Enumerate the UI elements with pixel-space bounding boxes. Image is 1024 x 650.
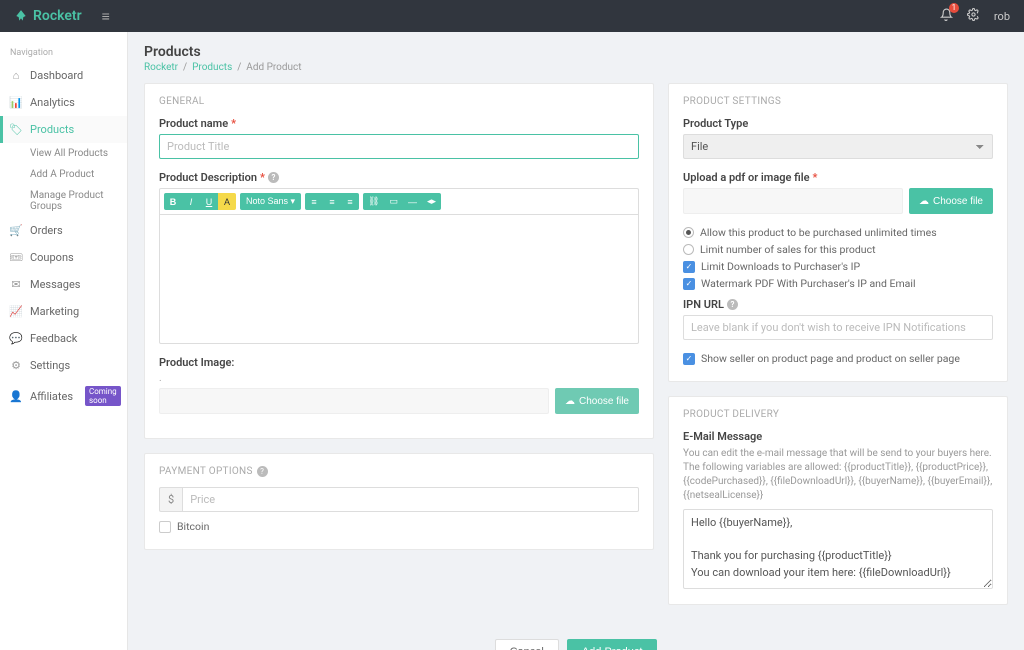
panel-settings-title: PRODUCT SETTINGS — [683, 96, 993, 107]
cart-icon: 🛒 — [10, 224, 22, 237]
price-input[interactable] — [182, 487, 639, 512]
panel-delivery: PRODUCT DELIVERY E-Mail Message You can … — [668, 396, 1008, 605]
italic-button[interactable]: I — [182, 193, 200, 210]
home-icon: ⌂ — [10, 69, 22, 82]
sidebar-item-dashboard[interactable]: ⌂Dashboard — [0, 62, 127, 89]
sidebar-item-marketing[interactable]: 📈Marketing — [0, 298, 127, 325]
hr-button[interactable]: — — [403, 193, 422, 210]
link-button[interactable]: ⛓ — [363, 193, 384, 210]
font-selector[interactable]: Noto Sans ▾ — [240, 193, 301, 210]
product-name-label: Product name — [159, 117, 228, 130]
crumb-leaf: Add Product — [246, 62, 301, 73]
cloud-icon: ☁ — [919, 196, 929, 207]
user-name[interactable]: rob — [994, 10, 1010, 23]
tag-icon: 🏷 — [10, 123, 22, 136]
sidebar-title: Navigation — [0, 42, 127, 62]
crumb-products[interactable]: Products — [192, 62, 232, 73]
sidebar-sub-groups[interactable]: Manage Product Groups — [0, 185, 127, 217]
breadcrumb: Rocketr / Products / Add Product — [144, 62, 1008, 73]
product-type-select[interactable]: File — [683, 134, 993, 159]
panel-settings: PRODUCT SETTINGS Product Type File Uploa… — [668, 83, 1008, 382]
highlight-button[interactable]: A — [218, 193, 236, 210]
upload-file-label: Upload a pdf or image file — [683, 171, 810, 184]
editor-toolbar: B I U A Noto Sans ▾ ≡ ≡ ≡ — [159, 188, 639, 214]
code-button[interactable]: ◂▸ — [422, 193, 441, 210]
email-message-textarea[interactable] — [683, 509, 993, 589]
cancel-button[interactable]: Cancel — [495, 639, 559, 650]
limit-radio[interactable] — [683, 244, 694, 255]
main-content: Products Rocketr / Products / Add Produc… — [128, 32, 1024, 650]
description-editor[interactable] — [159, 214, 639, 344]
user-icon: 👤 — [10, 390, 22, 403]
menu-toggle-icon[interactable]: ≡ — [102, 8, 110, 25]
help-icon[interactable]: ? — [727, 299, 738, 310]
rocket-icon — [14, 9, 28, 23]
email-help-text: You can edit the e-mail message that wil… — [683, 447, 993, 503]
panel-general-title: GENERAL — [159, 96, 639, 107]
show-seller-checkbox[interactable] — [683, 353, 695, 365]
sidebar: Navigation ⌂Dashboard 📊Analytics 🏷Produc… — [0, 32, 128, 650]
add-product-button[interactable]: Add Product — [567, 639, 658, 650]
sidebar-item-products[interactable]: 🏷Products — [0, 116, 127, 143]
gear-icon: ⚙ — [10, 359, 22, 372]
sidebar-item-messages[interactable]: ✉Messages — [0, 271, 127, 298]
watermark-checkbox[interactable] — [683, 278, 695, 290]
chat-icon: 💬 — [10, 332, 22, 345]
help-icon[interactable]: ? — [257, 466, 268, 477]
product-desc-label: Product Description — [159, 171, 257, 184]
limit-ip-checkbox[interactable] — [683, 261, 695, 273]
ipn-url-input[interactable] — [683, 315, 993, 340]
product-name-input[interactable] — [159, 134, 639, 159]
logo[interactable]: Rocketr — [14, 8, 82, 24]
crumb-root[interactable]: Rocketr — [144, 62, 178, 73]
ipn-url-label: IPN URL — [683, 298, 724, 311]
sidebar-item-orders[interactable]: 🛒Orders — [0, 217, 127, 244]
panel-payment: PAYMENT OPTIONS? $ Bitcoin — [144, 453, 654, 550]
sidebar-sub-viewall[interactable]: View All Products — [0, 143, 127, 164]
email-message-label: E-Mail Message — [683, 430, 762, 443]
brand-name: Rocketr — [33, 8, 82, 24]
align-button[interactable]: ≡ — [341, 193, 359, 210]
mail-icon: ✉ — [10, 278, 22, 291]
chart-icon: 📊 — [10, 96, 22, 109]
topbar: Rocketr ≡ 1 rob — [0, 0, 1024, 32]
sidebar-item-feedback[interactable]: 💬Feedback — [0, 325, 127, 352]
unlimited-radio[interactable] — [683, 227, 694, 238]
footer-actions: Cancel Add Product — [144, 619, 1008, 650]
sidebar-item-analytics[interactable]: 📊Analytics — [0, 89, 127, 116]
help-icon[interactable]: ? — [268, 172, 279, 183]
image-button[interactable]: ▭ — [384, 193, 403, 210]
upload-file-dropzone[interactable] — [683, 188, 903, 214]
sidebar-item-settings[interactable]: ⚙Settings — [0, 352, 127, 379]
settings-icon[interactable] — [967, 8, 980, 25]
notifications-icon[interactable]: 1 — [940, 8, 953, 25]
currency-symbol: $ — [159, 487, 182, 512]
coming-soon-badge: Coming soon — [85, 386, 121, 406]
bitcoin-checkbox[interactable] — [159, 521, 171, 533]
product-image-label: Product Image: — [159, 356, 234, 369]
panel-delivery-title: PRODUCT DELIVERY — [683, 409, 993, 420]
underline-button[interactable]: U — [200, 193, 218, 210]
list-ul-button[interactable]: ≡ — [305, 193, 323, 210]
bold-button[interactable]: B — [164, 193, 182, 210]
sidebar-item-affiliates[interactable]: 👤AffiliatesComing soon — [0, 379, 127, 413]
panel-payment-title: PAYMENT OPTIONS — [159, 466, 253, 477]
bitcoin-label: Bitcoin — [177, 520, 209, 533]
notification-badge: 1 — [949, 3, 959, 13]
ticket-icon: 🎟 — [10, 251, 22, 264]
page-title: Products — [144, 44, 1008, 60]
upload-file-choose-button[interactable]: ☁Choose file — [909, 188, 993, 214]
panel-general: GENERAL Product name * Product Descripti… — [144, 83, 654, 439]
product-type-label: Product Type — [683, 117, 748, 130]
sidebar-sub-add[interactable]: Add A Product — [0, 164, 127, 185]
product-image-choose-button[interactable]: ☁Choose file — [555, 388, 639, 414]
upload-icon: ☁ — [565, 396, 575, 407]
sidebar-item-coupons[interactable]: 🎟Coupons — [0, 244, 127, 271]
product-image-dropzone[interactable] — [159, 388, 549, 414]
list-ol-button[interactable]: ≡ — [323, 193, 341, 210]
trend-icon: 📈 — [10, 305, 22, 318]
